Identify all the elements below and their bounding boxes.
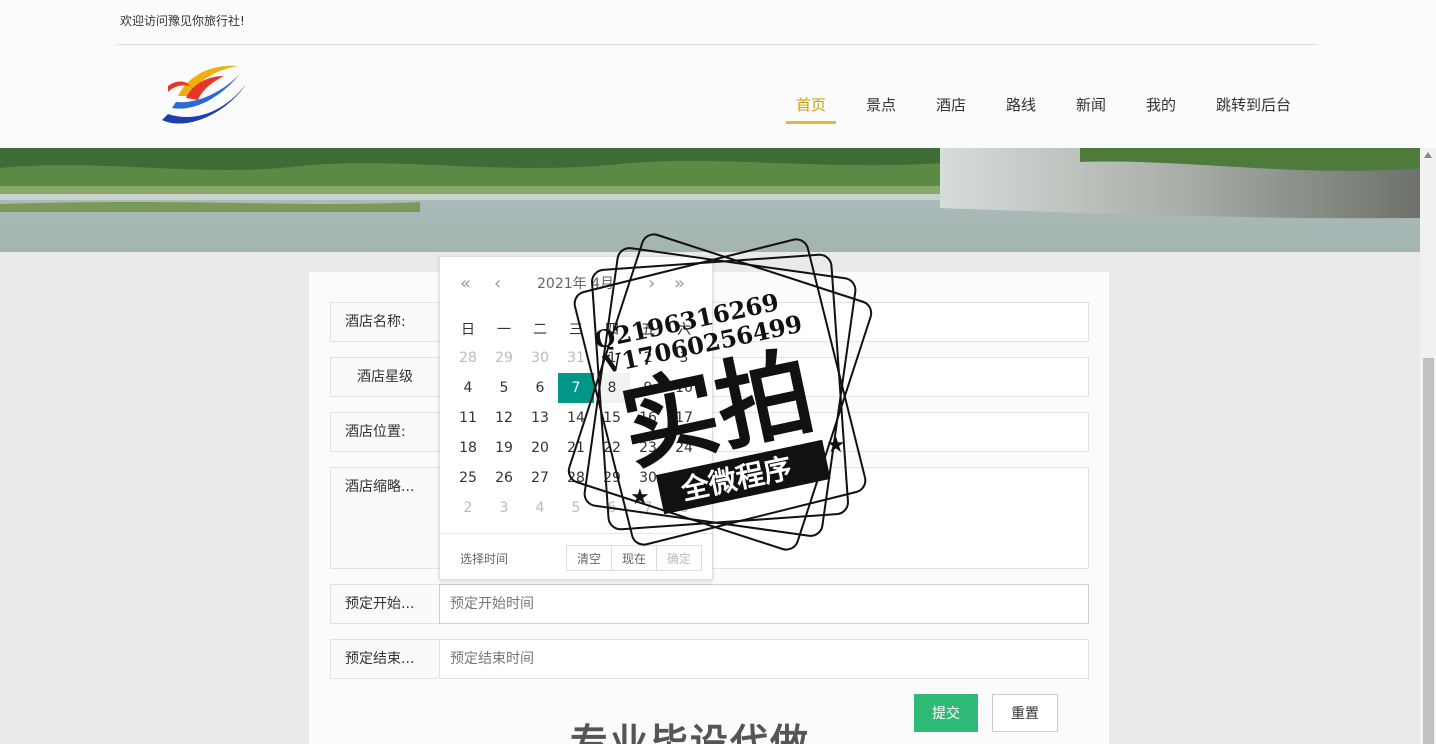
star-icon: ★ — [630, 485, 650, 510]
watermark-stamp: Q2196316269 V17060256499 实拍 全微程序 ★ ★ — [567, 233, 873, 551]
logo[interactable] — [158, 62, 250, 134]
nav-mine[interactable]: 我的 — [1146, 94, 1176, 115]
divider — [117, 44, 1317, 45]
hotel-thumbnail-label: 酒店缩略... — [330, 467, 440, 569]
nav-admin[interactable]: 跳转到后台 — [1216, 94, 1291, 115]
prev-year-icon[interactable]: « — [460, 273, 471, 294]
calendar-day[interactable]: 19 — [486, 433, 522, 463]
calendar-day[interactable]: 25 — [450, 463, 486, 493]
nav-home[interactable]: 首页 — [796, 94, 826, 115]
calendar-day[interactable]: 2 — [450, 493, 486, 523]
hotel-star-label: 酒店星级 — [330, 357, 440, 397]
welcome-text: 欢迎访问豫见你旅行社! — [120, 14, 245, 28]
nav-news[interactable]: 新闻 — [1076, 94, 1106, 115]
hotel-location-label: 酒店位置: — [330, 412, 440, 452]
calendar-day[interactable]: 29 — [486, 343, 522, 373]
bottom-watermark-text: 专业毕设代做 — [570, 721, 811, 744]
star-icon: ★ — [826, 433, 846, 458]
calendar-day[interactable]: 11 — [450, 403, 486, 433]
reset-button[interactable]: 重置 — [992, 694, 1058, 732]
booking-start-label: 预定开始... — [330, 584, 440, 624]
calendar-day[interactable]: 12 — [486, 403, 522, 433]
nav-active-indicator — [786, 121, 836, 124]
submit-button[interactable]: 提交 — [914, 694, 978, 732]
select-time-link[interactable]: 选择时间 — [460, 550, 508, 567]
calendar-day[interactable]: 3 — [486, 493, 522, 523]
nav-hotels[interactable]: 酒店 — [936, 94, 966, 115]
calendar-day[interactable]: 4 — [450, 373, 486, 403]
nav-routes[interactable]: 路线 — [1006, 94, 1036, 115]
prev-month-icon[interactable]: ‹ — [494, 273, 501, 294]
calendar-day[interactable]: 28 — [450, 343, 486, 373]
weekday-header: 一 — [497, 322, 511, 338]
scroll-up-arrow-icon[interactable] — [1424, 152, 1432, 158]
booking-start-input[interactable]: 预定开始时间 — [439, 584, 1089, 624]
hotel-name-label: 酒店名称: — [330, 302, 440, 342]
booking-end-input[interactable]: 预定结束时间 — [439, 639, 1089, 679]
calendar-day[interactable]: 26 — [486, 463, 522, 493]
scrollbar-thumb[interactable] — [1423, 358, 1434, 744]
nav-attractions[interactable]: 景点 — [866, 94, 896, 115]
calendar-day[interactable]: 18 — [450, 433, 486, 463]
booking-end-label: 预定结束... — [330, 639, 440, 679]
weekday-header: 日 — [461, 322, 475, 338]
calendar-day[interactable]: 5 — [486, 373, 522, 403]
